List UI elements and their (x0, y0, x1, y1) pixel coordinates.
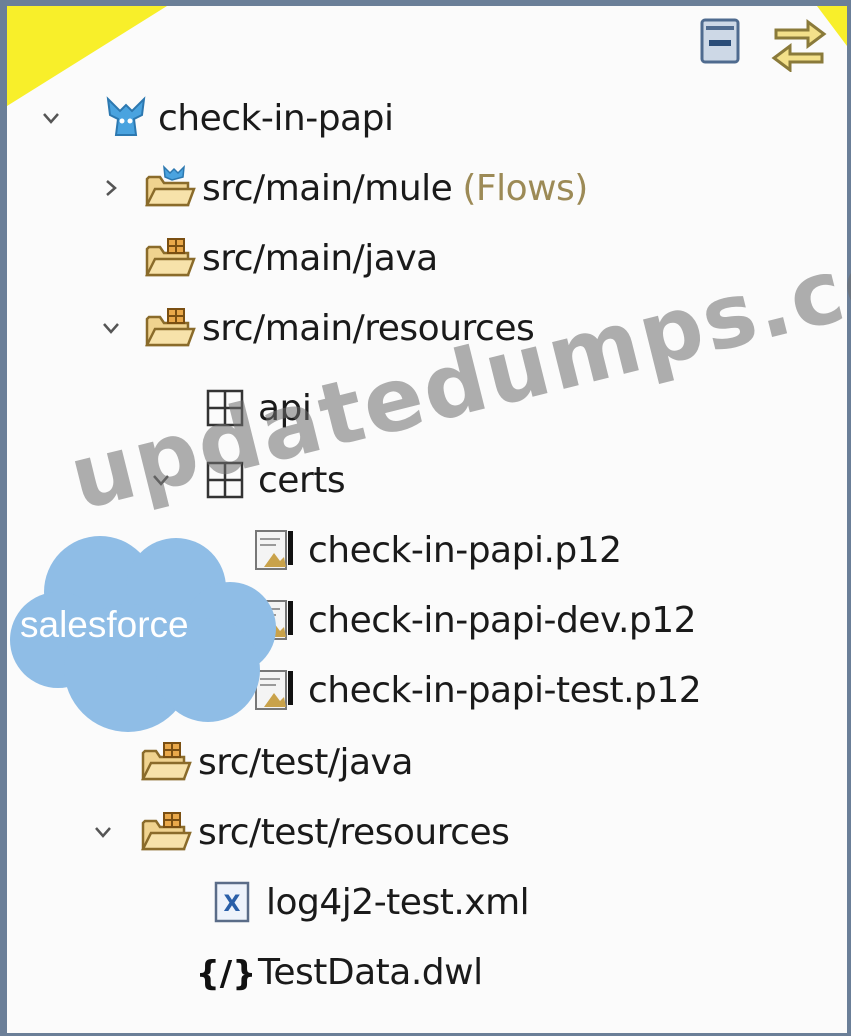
salesforce-logo-text: salesforce (20, 604, 189, 645)
chevron-down-icon[interactable] (40, 107, 62, 129)
tree-project-node[interactable]: check-in-papi (100, 88, 394, 148)
svg-text:X: X (224, 892, 241, 917)
tree-item-label: check-in-papi-dev.p12 (308, 599, 697, 641)
chevron-right-icon[interactable] (100, 177, 122, 199)
source-folder-icon (144, 235, 202, 281)
tree-item-label: src/test/java (198, 741, 413, 783)
tree-item-label: check-in-papi.p12 (308, 529, 622, 571)
tree-item-label: src/main/java (202, 237, 438, 279)
collapse-all-button[interactable] (696, 16, 744, 68)
tree-item-label: TestData.dwl (258, 951, 483, 993)
tree-item[interactable]: src/test/resources (140, 802, 510, 862)
link-with-editor-icon (771, 19, 827, 73)
tree-item[interactable]: src/test/java (140, 732, 413, 792)
tree-item-label: src/main/mule (202, 167, 453, 209)
tree-item[interactable]: check-in-papi-dev.p12 (250, 590, 697, 650)
tree-item[interactable]: src/main/java (144, 228, 438, 288)
xml-file-icon: X (208, 879, 266, 925)
mule-project-icon (100, 95, 158, 141)
collapse-all-icon (700, 18, 740, 64)
tree-item-decoration: (Flows) (462, 167, 588, 209)
chevron-down-icon[interactable] (92, 821, 114, 843)
tree-item[interactable]: check-in-papi-test.p12 (250, 660, 702, 720)
tree-item-label: check-in-papi (158, 97, 394, 139)
source-folder-icon (144, 305, 202, 351)
tree-item[interactable]: src/main/mule (Flows) (144, 158, 588, 218)
source-folder-icon (140, 739, 198, 785)
tree-item[interactable]: Xlog4j2-test.xml (208, 872, 530, 932)
source-folder-icon (140, 809, 198, 855)
link-with-editor-button[interactable] (768, 16, 830, 73)
mule-flows-folder-icon (144, 165, 202, 211)
dataweave-file-icon: {/} (200, 949, 258, 995)
chevron-down-icon[interactable] (100, 317, 122, 339)
tree-item-label: log4j2-test.xml (266, 881, 530, 923)
tree-item-label: src/test/resources (198, 811, 510, 853)
tree-item-label: check-in-papi-test.p12 (308, 669, 702, 711)
svg-text:{/}: {/} (200, 954, 252, 994)
tree-item[interactable]: check-in-papi.p12 (250, 520, 622, 580)
tree-item[interactable]: {/}TestData.dwl (200, 942, 483, 1002)
